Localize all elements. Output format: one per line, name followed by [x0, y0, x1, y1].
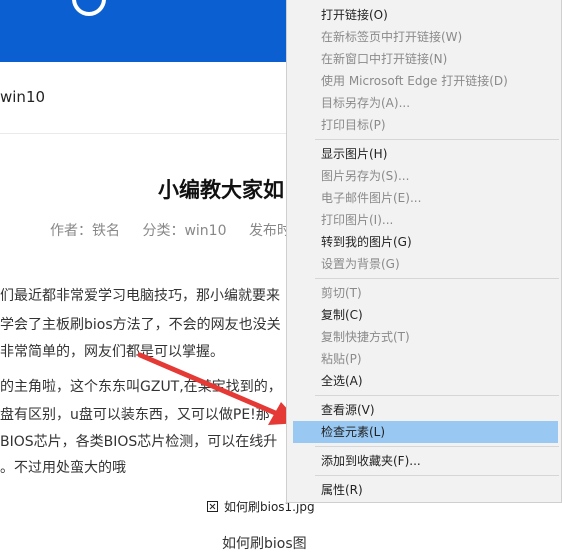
context-menu-item: 粘贴(P)	[321, 352, 362, 366]
context-menu-item[interactable]: 显示图片(H)	[287, 143, 561, 165]
context-menu-item: 打印图片(I)...	[321, 213, 394, 227]
context-menu: 打开链接(O) 在新标签页中打开链接(W) 在新窗口中打开链接(N) 使用 Micro…	[286, 0, 562, 503]
context-menu-item: 打印目标(P)	[321, 118, 386, 132]
menu-separator	[315, 475, 559, 476]
context-menu-item: 使用 Microsoft Edge 打开链接(D)	[321, 74, 508, 88]
context-menu-item[interactable]: 属性(R)	[287, 479, 561, 501]
context-menu-item: 设置为背景(G)	[321, 257, 400, 271]
context-menu-item[interactable]: 转到我的图片(G)	[287, 231, 561, 253]
context-menu-item: 电子邮件图片(E)...	[321, 191, 422, 205]
context-menu-item[interactable]: 添加到收藏夹(F)...	[287, 450, 561, 472]
context-menu-item: 目标另存为(A)...	[321, 96, 411, 110]
context-menu-item: 复制快捷方式(T)	[321, 330, 410, 344]
context-menu-item[interactable]: 检查元素(L)	[293, 421, 558, 443]
context-menu-item: 在新窗口中打开链接(N)	[321, 52, 448, 66]
context-menu-item: 在新标签页中打开链接(W)	[321, 30, 463, 44]
context-menu-item[interactable]: 查看源(V)	[287, 399, 561, 421]
menu-separator	[315, 395, 559, 396]
menu-separator	[315, 139, 559, 140]
context-menu-item: 剪切(T)	[321, 286, 362, 300]
context-menu-item[interactable]: 打开链接(O)	[287, 4, 561, 26]
menu-separator	[315, 278, 559, 279]
context-menu-item[interactable]: 复制(C)	[287, 304, 561, 326]
context-menu-item: 图片另存为(S)...	[321, 169, 410, 183]
menu-separator	[315, 446, 559, 447]
context-menu-item[interactable]: 全选(A)	[287, 370, 561, 392]
